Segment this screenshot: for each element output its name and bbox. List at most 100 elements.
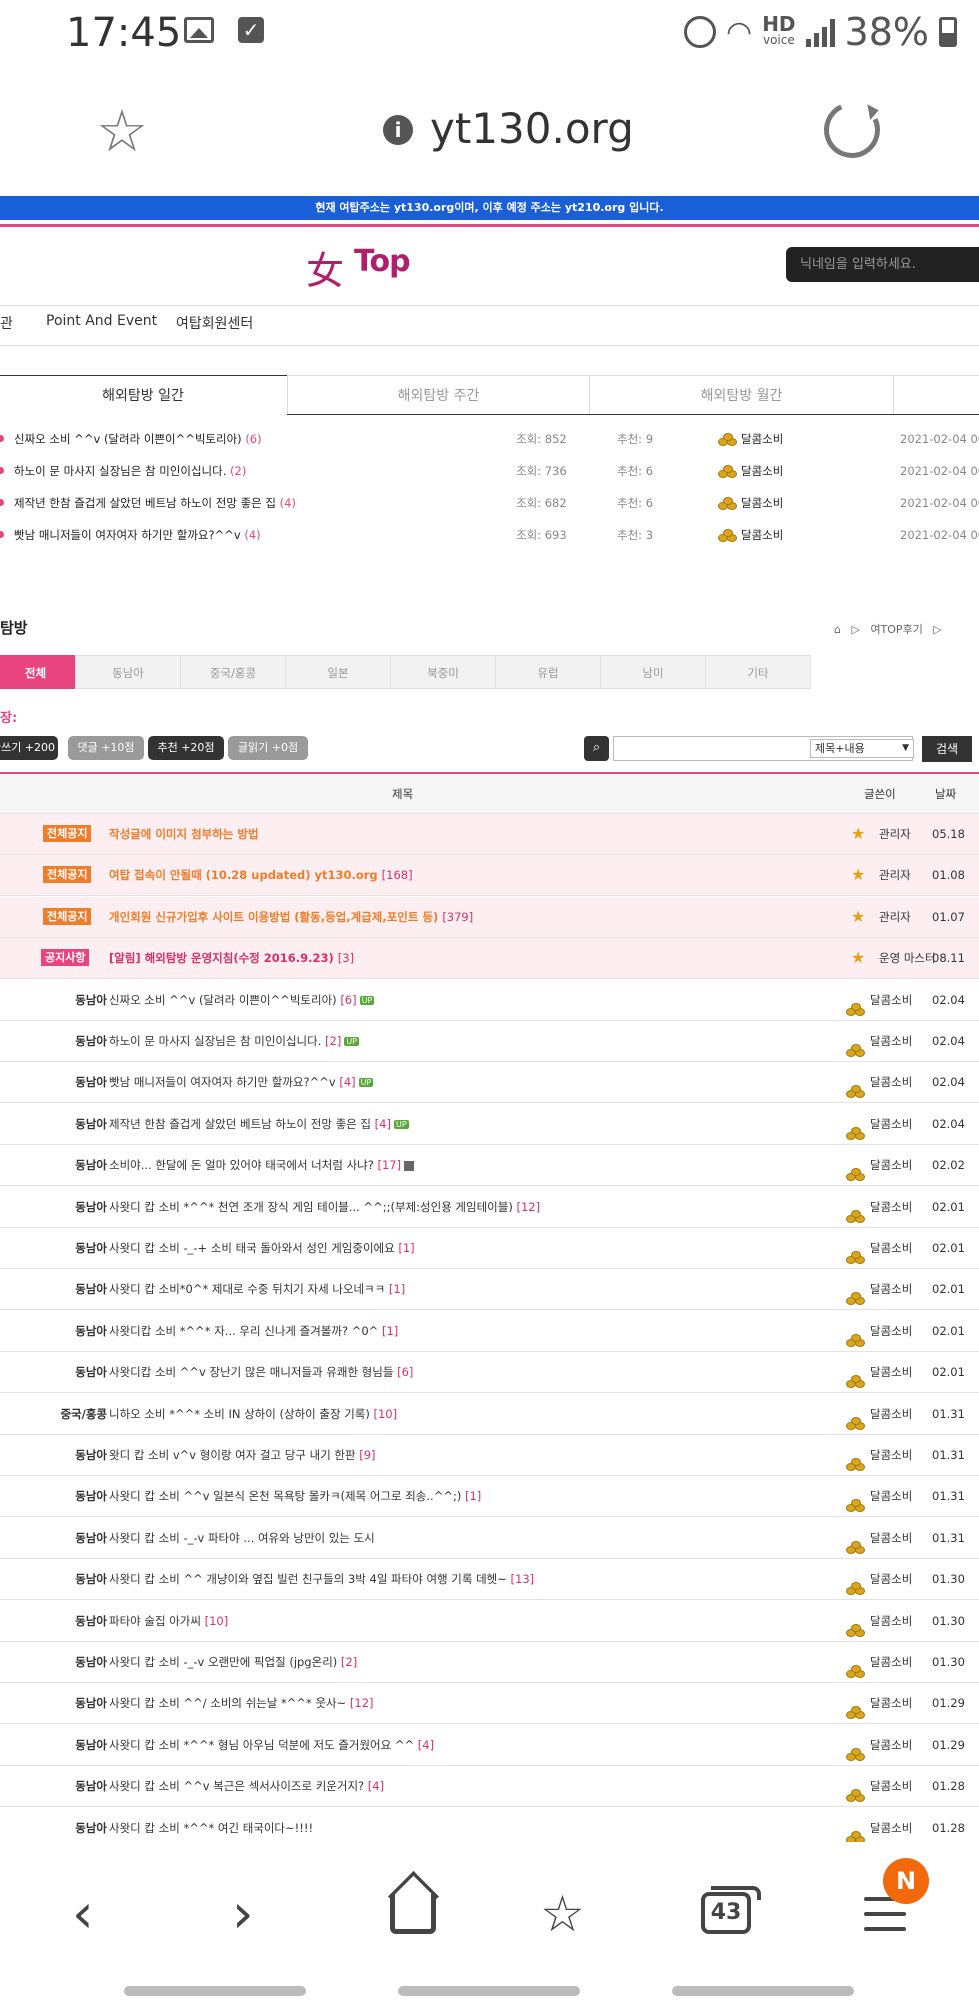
table-row[interactable]: 동남아 사왓디 캅 소비 ^^ 개냥이와 옆집 빌런 친구들의 3박 4일 파타야… <box>0 1559 979 1600</box>
category-tab[interactable]: 동남아 <box>75 655 181 689</box>
row-writer[interactable]: 달콤소비 <box>870 1518 912 1558</box>
row-subject[interactable]: 사왓디캅 소비 ^^v 장난기 많은 매니저들과 유쾌한 형님들 [6] <box>109 1352 413 1392</box>
popular-row[interactable]: 하노이 문 마사지 실장님은 참 미인이십니다. (2) 조회: 736 추천: 6… <box>0 460 979 482</box>
menu-item-member-center[interactable]: 여탑회원센터 <box>176 313 253 333</box>
tab-extra[interactable] <box>893 375 979 415</box>
row-writer[interactable]: 달콤소비 <box>870 1394 912 1434</box>
table-row[interactable]: 동남아 사왓디캅 소비 ^^v 장난기 많은 매니저들과 유쾌한 형님들 [6] 달… <box>0 1352 979 1393</box>
category-tab[interactable]: 일본 <box>285 655 391 689</box>
notice-subject[interactable]: [알림] 해외탐방 운영지침(수정 2016.9.23) [3] <box>109 938 354 978</box>
popular-writer[interactable]: 달콤소비 <box>741 460 783 482</box>
bookmarks-icon[interactable]: ☆ <box>540 1884 585 1944</box>
row-writer[interactable]: 달콤소비 <box>870 1352 912 1392</box>
notice-writer[interactable]: 운영 마스터 <box>879 938 936 978</box>
row-subject[interactable]: 사왓디캅 소비 *^^* 자... 우리 신나게 즐겨볼까? ^0^ [1] <box>109 1311 398 1351</box>
row-writer[interactable]: 달콤소비 <box>870 1145 912 1185</box>
site-logo[interactable]: 女 Top <box>306 240 426 293</box>
table-row[interactable]: 동남아 사왓디 캅 소비 -_-v 오랜만에 픽업질 (jpg온리) [2] 달콤소… <box>0 1642 979 1683</box>
table-row[interactable]: 동남아 신짜오 소비 ^^v (달려라 이쁜이^^빅토리아) [6] UP 달콤소비 0… <box>0 980 979 1021</box>
category-tab[interactable]: 전체 <box>0 655 76 689</box>
row-subject[interactable]: 사왓디 캅 소비 ^^v 일본식 온천 목욕탕 몰카ㅋ(제목 어그로 죄송..^… <box>109 1476 481 1516</box>
tab-monthly[interactable]: 해외탐방 월간 <box>589 375 894 415</box>
popular-title[interactable]: 제작년 한참 즐겁게 살았던 베트남 하노이 전망 좋은 집 (4) <box>14 492 296 514</box>
notice-subject[interactable]: 여탑 접속이 안될때 (10.28 updated) yt130.org [16… <box>109 855 413 895</box>
table-row[interactable]: 동남아 사왓디 캅 소비 *^^* 천연 조개 장식 게임 테이블... ^^;;… <box>0 1187 979 1228</box>
popular-title[interactable]: 빳남 매니저들이 여자여자 하기만 할까요?^^v (4) <box>14 524 261 546</box>
breadcrumb-board[interactable]: 여TOP후기 <box>870 623 922 636</box>
category-tab[interactable]: 유럽 <box>495 655 601 689</box>
row-subject[interactable]: 빳남 매니저들이 여자여자 하기만 할까요?^^v [4] UP <box>109 1062 374 1102</box>
row-subject[interactable]: 사왓디 캅 소비 -_-+ 소비 태국 돌아와서 성인 게임중이에요 [1] <box>109 1228 415 1268</box>
category-tab[interactable]: 중국/홍콩 <box>180 655 286 689</box>
popular-title[interactable]: 하노이 문 마사지 실장님은 참 미인이십니다. (2) <box>14 460 246 482</box>
back-icon[interactable]: ‹ <box>72 1884 94 1944</box>
row-writer[interactable]: 달콤소비 <box>870 1766 912 1806</box>
row-writer[interactable]: 달콤소비 <box>870 1683 912 1723</box>
row-subject[interactable]: 소비야... 한달에 돈 얼마 있어야 태국에서 너처럼 사냐? [17] <box>109 1145 415 1185</box>
row-writer[interactable]: 달콤소비 <box>870 1269 912 1309</box>
notice-writer[interactable]: 관리자 <box>879 897 911 937</box>
search-button[interactable]: 검색 <box>922 736 972 762</box>
home-icon[interactable]: ⌂ <box>834 623 841 636</box>
menu-item[interactable]: 관 <box>0 313 13 333</box>
row-writer[interactable]: 달콤소비 <box>870 1062 912 1102</box>
popular-row[interactable]: 신짜오 소비 ^^v (달려라 이쁜이^^빅토리아) (6) 조회: 852 추천:… <box>0 428 979 450</box>
popular-writer[interactable]: 달콤소비 <box>741 428 783 450</box>
category-tab[interactable]: 기타 <box>705 655 811 689</box>
nickname-input[interactable]: 닉네임을 입력하세요. <box>786 247 979 282</box>
search-type-select[interactable]: 제목+내용 ▼ <box>810 739 914 758</box>
notice-row[interactable]: 전체공지 여탑 접속이 안될때 (10.28 updated) yt130.org… <box>0 855 979 896</box>
menu-item-point-event[interactable]: Point And Event <box>46 313 157 329</box>
notice-subject[interactable]: 개인회원 신규가입후 사이트 이용방법 (활동,등업,계급제,포인트 등) [3… <box>109 897 473 937</box>
row-writer[interactable]: 달콤소비 <box>870 1104 912 1144</box>
tabs-icon[interactable]: 43 <box>701 1886 761 1934</box>
table-row[interactable]: 동남아 소비야... 한달에 돈 얼마 있어야 태국에서 너처럼 사냐? [17]… <box>0 1145 979 1186</box>
row-writer[interactable]: 달콤소비 <box>870 1725 912 1765</box>
table-row[interactable]: 동남아 사왓디 캅 소비 -_-v 파타야 ... 여유와 낭만이 있는 도시 달… <box>0 1518 979 1559</box>
table-row[interactable]: 동남아 사왓디 캅 소비 -_-+ 소비 태국 돌아와서 성인 게임중이에요 [1… <box>0 1228 979 1269</box>
row-subject[interactable]: 사왓디 캅 소비 -_-v 파타야 ... 여유와 낭만이 있는 도시 <box>109 1518 375 1558</box>
popular-writer[interactable]: 달콤소비 <box>741 524 783 546</box>
table-row[interactable]: 동남아 파타야 술집 아가씨 [10] 달콤소비 01.30 <box>0 1601 979 1642</box>
table-row[interactable]: 동남아 하노이 문 마사지 실장님은 참 미인이십니다. [2] UP 달콤소비 02.… <box>0 1021 979 1062</box>
row-writer[interactable]: 달콤소비 <box>870 1559 912 1599</box>
popular-title[interactable]: 신짜오 소비 ^^v (달려라 이쁜이^^빅토리아) (6) <box>14 428 262 450</box>
row-subject[interactable]: 사왓디 캅 소비 ^^/ 소비의 쉬는날 *^^* 웃사~ [12] <box>109 1683 374 1723</box>
table-row[interactable]: 중국/홍콩 니하오 소비 *^^* 소비 IN 상하이 (상하이 출장 기록) [… <box>0 1394 979 1435</box>
row-subject[interactable]: 하노이 문 마사지 실장님은 참 미인이십니다. [2] UP <box>109 1021 360 1061</box>
row-subject[interactable]: 신짜오 소비 ^^v (달려라 이쁜이^^빅토리아) [6] UP <box>109 980 375 1020</box>
home-icon[interactable] <box>390 1894 436 1934</box>
row-writer[interactable]: 달콤소비 <box>870 1021 912 1061</box>
popular-row[interactable]: 제작년 한참 즐겁게 살았던 베트남 하노이 전망 좋은 집 (4) 조회: 68… <box>0 492 979 514</box>
notice-row[interactable]: 전체공지 개인회원 신규가입후 사이트 이용방법 (활동,등업,계급제,포인트 등… <box>0 897 979 938</box>
row-subject[interactable]: 파타야 술집 아가씨 [10] <box>109 1601 228 1641</box>
row-subject[interactable]: 사왓디 캅 소비 *^^* 천연 조개 장식 게임 테이블... ^^;;(부제… <box>109 1187 540 1227</box>
popular-writer[interactable]: 달콤소비 <box>741 492 783 514</box>
row-writer[interactable]: 달콤소비 <box>870 1476 912 1516</box>
star-icon[interactable]: ☆ <box>96 102 148 160</box>
table-row[interactable]: 동남아 사왓디 캅 소비 ^^v 일본식 온천 목욕탕 몰카ㅋ(제목 어그로 죄송… <box>0 1476 979 1517</box>
table-row[interactable]: 동남아 제작년 한참 즐겁게 살았던 베트남 하노이 전망 좋은 집 [4] UP 달… <box>0 1104 979 1145</box>
row-subject[interactable]: 사왓디 캅 소비*0^* 제대로 수중 뒤치기 자세 나오네ㅋㅋ [1] <box>109 1269 405 1309</box>
table-row[interactable]: 동남아 사왓디캅 소비 *^^* 자... 우리 신나게 즐겨볼까? ^0^ [1… <box>0 1311 979 1352</box>
category-tab[interactable]: 남미 <box>600 655 706 689</box>
row-subject[interactable]: 사왓디 캅 소비 ^^v 복근은 섹서사이즈로 키운거지? [4] <box>109 1766 384 1806</box>
row-subject[interactable]: 왓디 캅 소비 v^v 형이랑 여자 걸고 당구 내기 한판 [9] <box>109 1435 376 1475</box>
row-writer[interactable]: 달콤소비 <box>870 1228 912 1268</box>
table-row[interactable]: 동남아 사왓디 캅 소비 ^^v 복근은 섹서사이즈로 키운거지? [4] 달콤소비… <box>0 1766 979 1807</box>
table-row[interactable]: 동남아 빳남 매니저들이 여자여자 하기만 할까요?^^v [4] UP 달콤소비 02… <box>0 1062 979 1103</box>
row-writer[interactable]: 달콤소비 <box>870 1601 912 1641</box>
info-icon[interactable]: i <box>383 115 413 145</box>
forward-icon[interactable]: › <box>232 1884 254 1944</box>
tab-weekly[interactable]: 해외탐방 주간 <box>287 375 590 415</box>
reload-icon[interactable] <box>816 94 888 166</box>
url-text[interactable]: yt130.org <box>430 104 634 153</box>
table-row[interactable]: 동남아 사왓디 캅 소비*0^* 제대로 수중 뒤치기 자세 나오네ㅋㅋ [1] 달… <box>0 1269 979 1310</box>
row-subject[interactable]: 사왓디 캅 소비 ^^ 개냥이와 옆집 빌런 친구들의 3박 4일 파타야 여행… <box>109 1559 534 1599</box>
notice-row[interactable]: 전체공지 작성글에 이미지 첨부하는 방법 ★ 관리자 05.18 <box>0 814 979 855</box>
row-subject[interactable]: 니하오 소비 *^^* 소비 IN 상하이 (상하이 출장 기록) [10] <box>109 1394 397 1434</box>
notice-writer[interactable]: 관리자 <box>879 855 911 895</box>
row-writer[interactable]: 달콤소비 <box>870 1187 912 1227</box>
category-tab[interactable]: 북중미 <box>390 655 496 689</box>
row-subject[interactable]: 제작년 한참 즐겁게 살았던 베트남 하노이 전망 좋은 집 [4] UP <box>109 1104 409 1144</box>
